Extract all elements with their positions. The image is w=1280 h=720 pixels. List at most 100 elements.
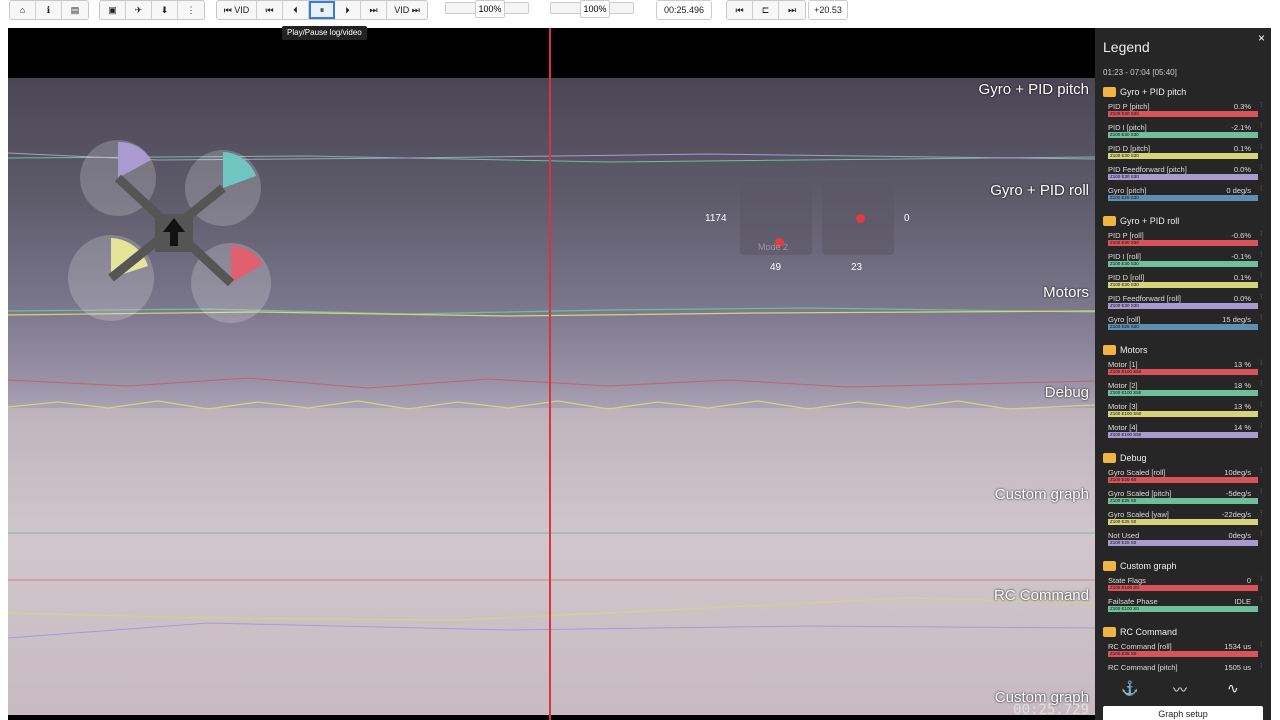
analyser-icon[interactable]: ⫶ — [1260, 165, 1262, 173]
time-cursor[interactable] — [549, 28, 551, 720]
collapse-toggle-icon[interactable] — [1103, 561, 1116, 571]
legend-item[interactable]: RC Command [roll] 1534 us ⫶ Z100 E25 S0 — [1103, 640, 1263, 661]
legend-item[interactable]: Gyro [pitch] 0 deg/s ⫶ Z100 E25 S30 — [1103, 184, 1263, 205]
analyser-icon[interactable]: ⫶ — [1260, 186, 1262, 194]
analyser-icon[interactable]: ⫶ — [1260, 294, 1262, 302]
step-forward-button[interactable]: ⏵ — [335, 1, 361, 19]
legend-item[interactable]: Gyro Scaled [roll] 10deg/s ⫶ Z100 E25 S0 — [1103, 466, 1263, 487]
analyser-icon[interactable]: ⫶ — [1260, 144, 1262, 152]
time-field[interactable]: 00:25.496 — [656, 0, 712, 20]
legend-item[interactable]: PID Feedforward [pitch] 0.0% ⫶ Z100 E30 S30 — [1103, 163, 1263, 184]
collapse-toggle-icon[interactable] — [1103, 453, 1116, 463]
legend-item[interactable]: Motor [1] 13 % ⫶ Z100 E100 S50 — [1103, 358, 1263, 379]
close-icon[interactable]: × — [1258, 31, 1265, 45]
legend-item-value: 14 % — [1233, 423, 1251, 432]
legend-item-scale: Z100 E25 S0 — [1110, 498, 1137, 503]
analyser-icon[interactable]: ⫶ — [1260, 510, 1262, 518]
graph-label-rc: RC Command — [993, 587, 1089, 604]
legend-item[interactable]: Motor [4] 14 % ⫶ Z100 E100 S50 — [1103, 421, 1263, 442]
export-button[interactable]: ⬇ — [152, 1, 178, 19]
save-button[interactable]: ▣ — [100, 1, 126, 19]
legend-group-header[interactable]: Custom graph — [1103, 558, 1263, 574]
legend-item-value: 0 deg/s — [1226, 186, 1251, 195]
analyser-button[interactable]: ⋮ — [178, 1, 204, 19]
legend-item[interactable]: Failsafe Phase IDLE ⫶ Z100 E100 S0 — [1103, 595, 1263, 616]
home-button[interactable]: ⌂ — [10, 1, 36, 19]
legend-item-value: 13 % — [1233, 360, 1251, 369]
right-stick-value: 0 — [904, 213, 910, 224]
analyser-icon[interactable]: ⫶ — [1260, 489, 1262, 497]
analyser-icon[interactable]: ⫶ — [1260, 402, 1262, 410]
video-frame: Gyro + PID pitch Gyro + PID roll Motors … — [8, 78, 1095, 715]
analyser-icon[interactable]: ⫶ — [1260, 597, 1262, 605]
legend-group: Motors Motor [1] 13 % ⫶ Z100 E100 S50 Motor [… — [1103, 342, 1263, 442]
analyser-icon[interactable]: ⫶ — [1260, 273, 1262, 281]
legend-item[interactable]: Motor [2] 18 % ⫶ Z100 E100 S50 — [1103, 379, 1263, 400]
legend-item[interactable]: Motor [3] 13 % ⫶ Z100 E100 S50 — [1103, 400, 1263, 421]
legend-group-header[interactable]: Gyro + PID pitch — [1103, 84, 1263, 100]
smoothing-icon[interactable]: ∿ — [1227, 680, 1239, 697]
collapse-toggle-icon[interactable] — [1103, 627, 1116, 637]
legend-footer: ⚓ 〰 ∿ Graph setup — [1095, 672, 1271, 720]
craft-button[interactable]: ✈ — [126, 1, 152, 19]
legend-group-name: Gyro + PID roll — [1120, 216, 1180, 226]
legend-item[interactable]: PID D [roll] 0.1% ⫶ Z100 E30 S30 — [1103, 271, 1263, 292]
legend-item[interactable]: PID I [pitch] -2.1% ⫶ Z100 E30 S30 — [1103, 121, 1263, 142]
legend-group-header[interactable]: RC Command — [1103, 624, 1263, 640]
analyser-icon[interactable]: ⫶ — [1260, 663, 1262, 671]
analyser-icon[interactable]: ⫶ — [1260, 102, 1262, 110]
spectrum-icon[interactable]: 〰 — [1173, 680, 1187, 700]
analyser-icon[interactable]: ⫶ — [1260, 423, 1262, 431]
analyser-icon[interactable]: ⫶ — [1260, 642, 1262, 650]
play-pause-button[interactable]: ⏸ — [309, 1, 335, 19]
video-back-button[interactable]: ⏮ VID — [217, 1, 257, 19]
legend-item[interactable]: Gyro [roll] 15 deg/s ⫶ Z100 E25 S30 — [1103, 313, 1263, 334]
legend-group: Gyro + PID pitch PID P [pitch] 0.3% ⫶ Z100 E… — [1103, 84, 1263, 205]
collapse-toggle-icon[interactable] — [1103, 345, 1116, 355]
analyser-icon[interactable]: ⫶ — [1260, 231, 1262, 239]
legend-item-scale: Z100 E30 S30 — [1110, 282, 1139, 287]
step-back-button[interactable]: ⏴ — [283, 1, 309, 19]
collapse-toggle-icon[interactable] — [1103, 87, 1116, 97]
file-toolbar-group: ⌂ ℹ ▤ — [9, 0, 89, 20]
offset-field[interactable]: +20.53 — [808, 0, 848, 20]
analyser-icon[interactable]: ⫶ — [1260, 360, 1262, 368]
legend-group-header[interactable]: Debug — [1103, 450, 1263, 466]
sync-back-button[interactable]: ⏮ — [727, 1, 753, 19]
legend-item[interactable]: PID P [roll] -0.6% ⫶ Z100 E30 S30 — [1103, 229, 1263, 250]
legend-group-header[interactable]: Motors — [1103, 342, 1263, 358]
analyser-icon[interactable]: ⫶ — [1260, 315, 1262, 323]
collapse-toggle-icon[interactable] — [1103, 216, 1116, 226]
scrollbar[interactable] — [1271, 28, 1280, 720]
legend-item[interactable]: Gyro Scaled [pitch] -5deg/s ⫶ Z100 E25 S0 — [1103, 487, 1263, 508]
legend-item[interactable]: PID Feedforward [roll] 0.0% ⫶ Z100 E30 S30 — [1103, 292, 1263, 313]
legend-group-header[interactable]: Gyro + PID roll — [1103, 213, 1263, 229]
sync-forward-button[interactable]: ⏭ — [779, 1, 805, 19]
legend-item[interactable]: PID P [pitch] 0.3% ⫶ Z100 E30 S30 — [1103, 100, 1263, 121]
graph-setup-button[interactable]: Graph setup — [1103, 706, 1263, 720]
legend-item-value: 0.1% — [1233, 273, 1251, 282]
jump-start-button[interactable]: ⏮ — [257, 1, 283, 19]
info-button[interactable]: ℹ — [36, 1, 62, 19]
analyser-icon[interactable]: ⫶ — [1260, 123, 1262, 131]
analyser-icon[interactable]: ⫶ — [1260, 468, 1262, 476]
analyser-icon[interactable]: ⫶ — [1260, 531, 1262, 539]
video-forward-button[interactable]: VID ⏭ — [387, 1, 427, 19]
legend-item[interactable]: Not Used 0deg/s ⫶ Z100 E25 S0 — [1103, 529, 1263, 550]
legend-item-scale: Z100 E30 S30 — [1110, 111, 1139, 116]
anchor-icon[interactable]: ⚓ — [1121, 680, 1138, 697]
log-list-button[interactable]: ▤ — [62, 1, 88, 19]
jump-end-button[interactable]: ⏭ — [361, 1, 387, 19]
legend-item[interactable]: State Flags 0 ⫶ Z100 E100 S0 — [1103, 574, 1263, 595]
graph-viewer[interactable]: Gyro + PID pitch Gyro + PID roll Motors … — [8, 28, 1095, 720]
legend-item[interactable]: PID I [roll] -0.1% ⫶ Z100 E30 S30 — [1103, 250, 1263, 271]
legend-item-name: Motor [4] — [1108, 423, 1138, 432]
legend-item-scale: Z100 E25 S0 — [1110, 651, 1137, 656]
analyser-icon[interactable]: ⫶ — [1260, 576, 1262, 584]
legend-item[interactable]: Gyro Scaled [yaw] -22deg/s ⫶ Z100 E25 S0 — [1103, 508, 1263, 529]
sync-button[interactable]: ⊏ — [753, 1, 779, 19]
legend-item-value: 0.3% — [1233, 102, 1251, 111]
legend-item[interactable]: PID D [pitch] 0.1% ⫶ Z100 E30 S30 — [1103, 142, 1263, 163]
analyser-icon[interactable]: ⫶ — [1260, 381, 1262, 389]
analyser-icon[interactable]: ⫶ — [1260, 252, 1262, 260]
